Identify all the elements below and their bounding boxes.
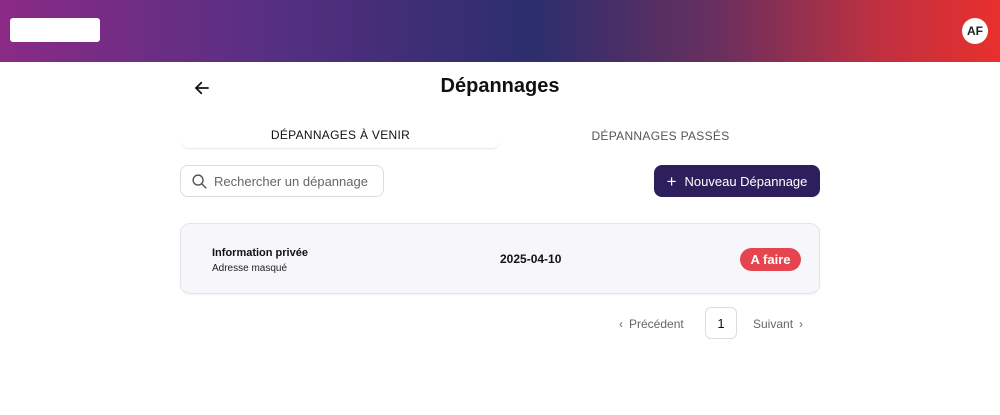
pagination-page[interactable]: 1 [705, 307, 737, 339]
pagination-next[interactable]: Suivant › [753, 315, 809, 333]
depannage-name: Information privée [212, 247, 308, 259]
page-title: Dépannages [440, 75, 560, 97]
new-depannage-button[interactable]: + Nouveau Dépannage [654, 165, 820, 197]
pagination-previous[interactable]: ‹ Précédent [613, 315, 684, 333]
tab-past[interactable]: DÉPANNAGES PASSÉS [501, 122, 820, 149]
logo[interactable] [10, 18, 100, 42]
depannage-address: Adresse masqué [212, 263, 288, 274]
tab-upcoming[interactable]: DÉPANNAGES À VENIR [181, 122, 500, 149]
status-badge: A faire [740, 248, 801, 271]
top-header: AF [0, 0, 1000, 62]
tab-bar: DÉPANNAGES À VENIR DÉPANNAGES PASSÉS [181, 122, 820, 150]
depannage-date: 2025-04-10 [500, 252, 562, 266]
user-avatar[interactable]: AF [962, 18, 988, 44]
new-depannage-label: Nouveau Dépannage [684, 173, 808, 189]
chevron-right-icon: › [799, 317, 804, 331]
depannage-card[interactable]: Information privée Adresse masqué 2025-0… [180, 223, 820, 294]
search-icon [192, 173, 207, 189]
pagination-previous-label: Précédent [629, 317, 684, 331]
search-input[interactable] [214, 173, 384, 189]
plus-icon: + [666, 171, 677, 191]
chevron-left-icon: ‹ [619, 317, 623, 331]
pagination-next-label: Suivant [753, 317, 794, 331]
search-box[interactable] [180, 165, 384, 197]
